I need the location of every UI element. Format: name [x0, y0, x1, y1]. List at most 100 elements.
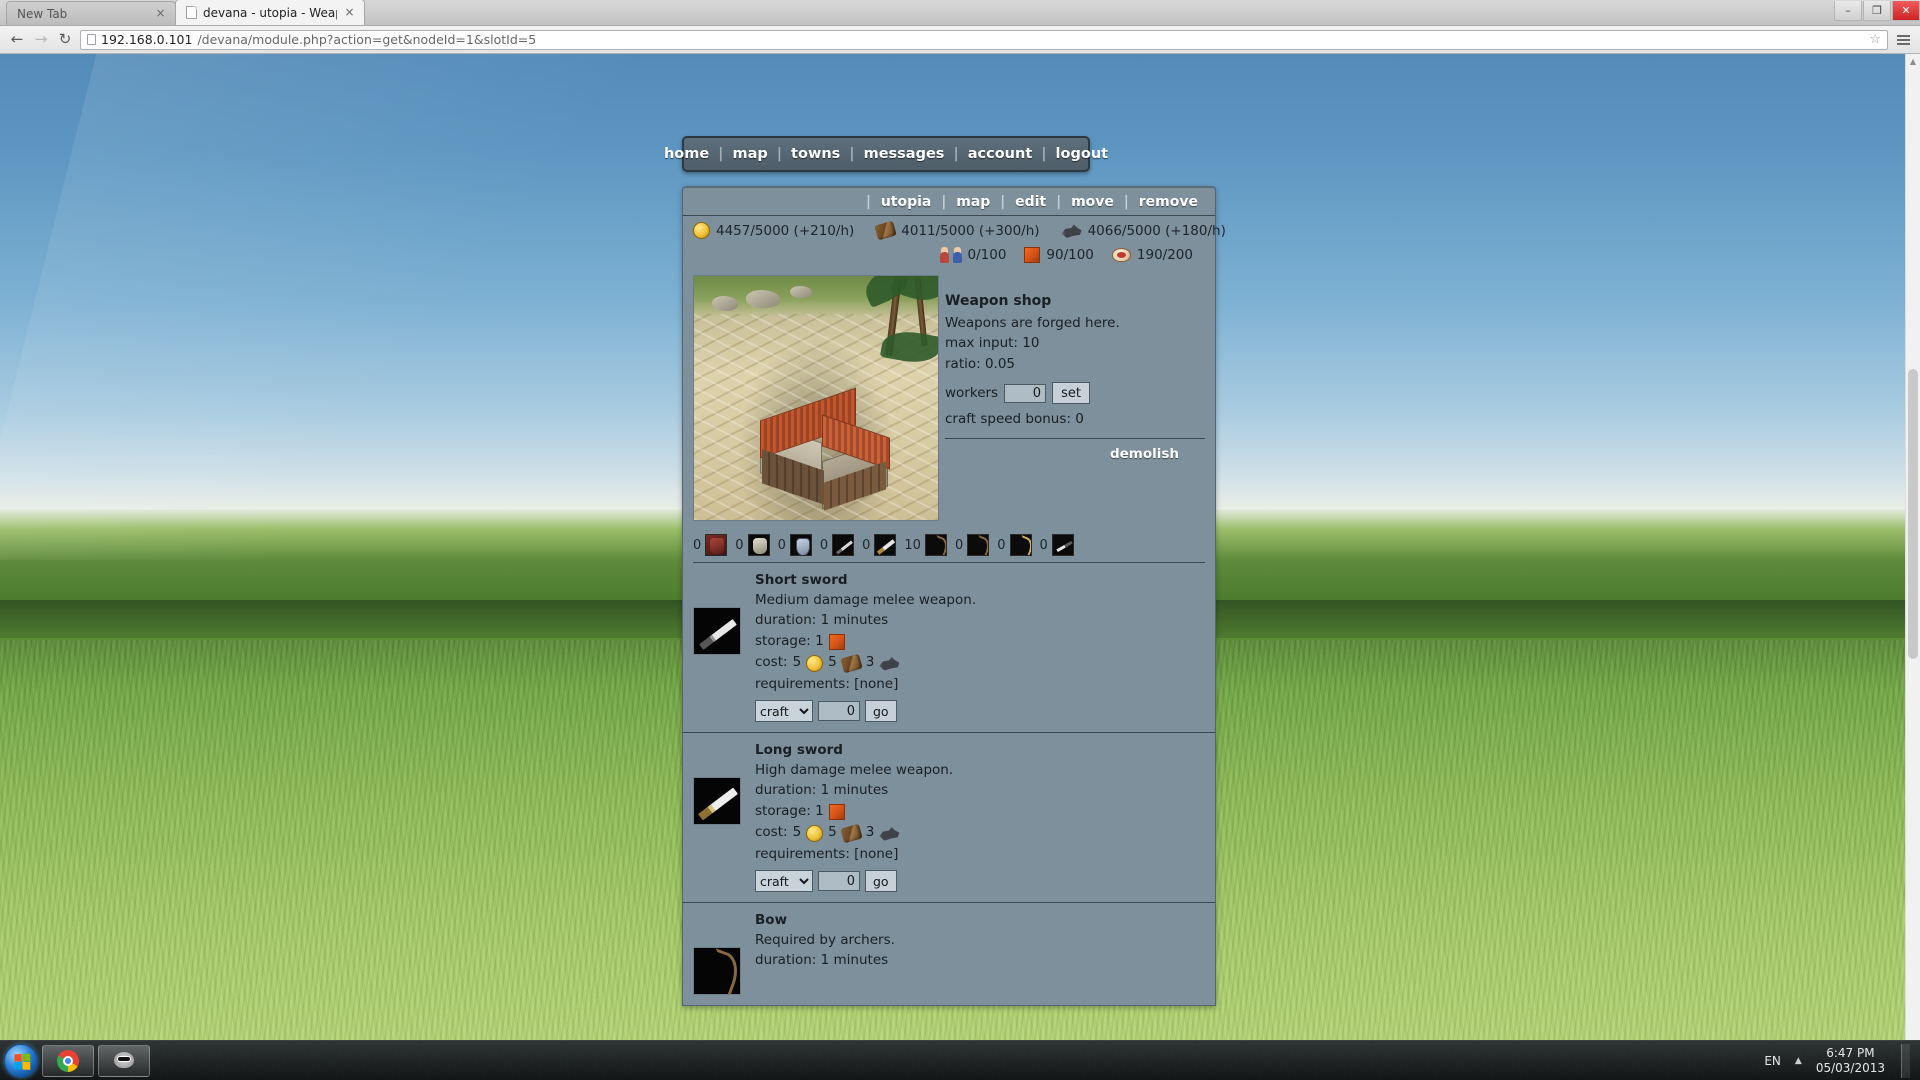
long-bow-icon[interactable]: [1009, 534, 1032, 556]
building-body: Weapon shop Weapons are forged here. max…: [683, 271, 1215, 521]
iron-icon: [879, 826, 900, 841]
craft-action-select[interactable]: craft: [755, 700, 813, 723]
craft-item-controls: craft go: [755, 700, 1205, 723]
scrollbar-thumb[interactable]: [1908, 369, 1918, 659]
stock-entry-long-bow[interactable]: 0: [997, 534, 1032, 556]
stock-count: 0: [819, 537, 829, 553]
craft-item-duration: duration: 1 minutes: [755, 782, 889, 799]
building-info: Weapon shop Weapons are forged here. max…: [939, 275, 1205, 521]
building-description: Weapons are forged here.: [945, 314, 1120, 331]
resource-wood-value: 4011/5000 (+300/h): [901, 222, 1040, 239]
maximize-button[interactable]: ❐: [1863, 1, 1891, 21]
page-scrollbar[interactable]: ▲: [1905, 54, 1920, 1040]
stock-entry-leather-armor[interactable]: 0: [693, 534, 728, 556]
resource-gold: 4457/5000 (+210/h): [693, 222, 854, 239]
craft-go-button[interactable]: go: [865, 700, 897, 723]
cost-label: cost:: [755, 654, 788, 671]
nav-item-home[interactable]: home: [655, 146, 718, 162]
tab-close-icon[interactable]: ×: [154, 7, 167, 20]
craft-item-description: Required by archers.: [755, 931, 895, 948]
subnav-separator: |: [1056, 194, 1062, 210]
close-window-button[interactable]: ✕: [1892, 1, 1920, 21]
craft-item-storage-label: storage: 1: [755, 802, 824, 819]
workers-label: workers: [945, 384, 999, 401]
subnav-item-remove[interactable]: remove: [1134, 194, 1203, 210]
language-indicator[interactable]: EN: [1764, 1054, 1781, 1068]
craft-amount-input[interactable]: [818, 701, 860, 722]
system-tray: EN ▲ 6:47 PM 05/03/2013: [1764, 1043, 1916, 1078]
long-sword-icon[interactable]: [874, 534, 897, 556]
leather-armor-icon[interactable]: [705, 534, 728, 556]
clock[interactable]: 6:47 PM 05/03/2013: [1816, 1046, 1885, 1076]
address-bar[interactable]: 192.168.0.101/devana/module.php?action=g…: [80, 29, 1888, 50]
craft-action-select[interactable]: craft: [755, 870, 813, 893]
craft-item-short-sword: Short sword Medium damage melee weapon. …: [683, 563, 1215, 734]
workers-input[interactable]: [1004, 383, 1047, 403]
stock-entry-shield[interactable]: 0: [778, 534, 812, 556]
back-icon[interactable]: ←: [8, 31, 26, 49]
gimp-taskbar-item[interactable]: [98, 1044, 150, 1077]
windows-taskbar: EN ▲ 6:47 PM 05/03/2013: [0, 1040, 1920, 1080]
bookmark-star-icon[interactable]: ☆: [1869, 32, 1881, 47]
reload-icon[interactable]: ↻: [56, 31, 74, 49]
subnav-item-edit[interactable]: edit: [1010, 194, 1051, 210]
start-button-icon[interactable]: [4, 1043, 38, 1078]
chrome-icon: [57, 1049, 79, 1072]
forward-icon[interactable]: →: [32, 31, 50, 49]
url-path: /devana/module.php?action=get&nodeId=1&s…: [197, 32, 537, 47]
stock-entry-composite-bow[interactable]: 0: [955, 534, 990, 556]
set-workers-button[interactable]: set: [1052, 382, 1090, 405]
stock-count: 0: [777, 537, 786, 553]
nav-item-account[interactable]: account: [959, 146, 1042, 162]
craft-item-name: Short sword: [755, 572, 848, 588]
stock-count: 0: [1039, 537, 1048, 553]
shield-icon[interactable]: [789, 534, 812, 556]
bow-icon[interactable]: [924, 534, 947, 556]
craft-amount-input[interactable]: [818, 871, 860, 892]
craft-item-storage: storage: 1: [755, 802, 1205, 820]
stock-count: 0: [997, 537, 1006, 553]
subnav-item-utopia[interactable]: utopia: [876, 194, 937, 210]
subnav-item-map[interactable]: map: [951, 194, 995, 210]
craft-item-thumb-col: [693, 743, 755, 892]
stock-entry-bow[interactable]: 10: [904, 534, 947, 556]
storage-icon: [1024, 246, 1041, 263]
clock-date: 05/03/2013: [1815, 1060, 1885, 1075]
subnav-item-move[interactable]: move: [1066, 194, 1119, 210]
nav-item-map[interactable]: map: [723, 146, 776, 162]
nav-item-messages[interactable]: messages: [855, 146, 954, 162]
craft-item-info: Long sword High damage melee weapon. dur…: [755, 743, 1205, 893]
stock-entry-short-sword[interactable]: 0: [819, 534, 855, 556]
craft-item-info: Bow Required by archers. duration: 1 min…: [755, 913, 1205, 995]
plate-armor-icon[interactable]: [747, 534, 770, 556]
chrome-taskbar-item[interactable]: [42, 1044, 94, 1077]
tab-strip: New Tab × devana - utopia - Weapon × – ❐…: [0, 0, 1920, 26]
composite-bow-icon[interactable]: [967, 534, 990, 556]
browser-tab-new-tab[interactable]: New Tab ×: [6, 1, 176, 25]
craft-item-storage-label: storage: 1: [755, 632, 824, 649]
show-desktop-button[interactable]: [1901, 1043, 1910, 1078]
minimize-button[interactable]: –: [1834, 1, 1862, 21]
url-host: 192.168.0.101: [101, 32, 193, 47]
nav-item-logout[interactable]: logout: [1047, 146, 1118, 162]
demolish-link[interactable]: demolish: [1110, 446, 1179, 462]
short-sword-icon[interactable]: [832, 534, 855, 556]
craft-go-button[interactable]: go: [865, 870, 897, 893]
stock-entry-plate-armor[interactable]: 0: [735, 534, 770, 556]
page-viewport: home | map | towns | messages | account …: [0, 54, 1920, 1040]
scroll-up-icon[interactable]: ▲: [1906, 54, 1920, 69]
menu-icon[interactable]: [1894, 32, 1912, 48]
stock-entry-long-sword[interactable]: 0: [862, 534, 897, 556]
tab-close-icon[interactable]: ×: [343, 6, 356, 19]
show-hidden-icons-icon[interactable]: ▲: [1795, 1056, 1802, 1066]
population-icon: [939, 246, 962, 263]
rock-decoration: [712, 296, 738, 311]
craft-item-bow: Bow Required by archers. duration: 1 min…: [683, 903, 1215, 1005]
resource-gold-value: 4457/5000 (+210/h): [716, 222, 855, 239]
rock-decoration: [746, 290, 780, 308]
craft-item-duration: duration: 1 minutes: [755, 612, 889, 629]
browser-tab-devana-utopia[interactable]: devana - utopia - Weapon ×: [175, 0, 365, 25]
arrow-icon[interactable]: [1051, 534, 1074, 556]
stock-entry-arrow[interactable]: 0: [1040, 534, 1074, 556]
nav-item-towns[interactable]: towns: [782, 146, 849, 162]
